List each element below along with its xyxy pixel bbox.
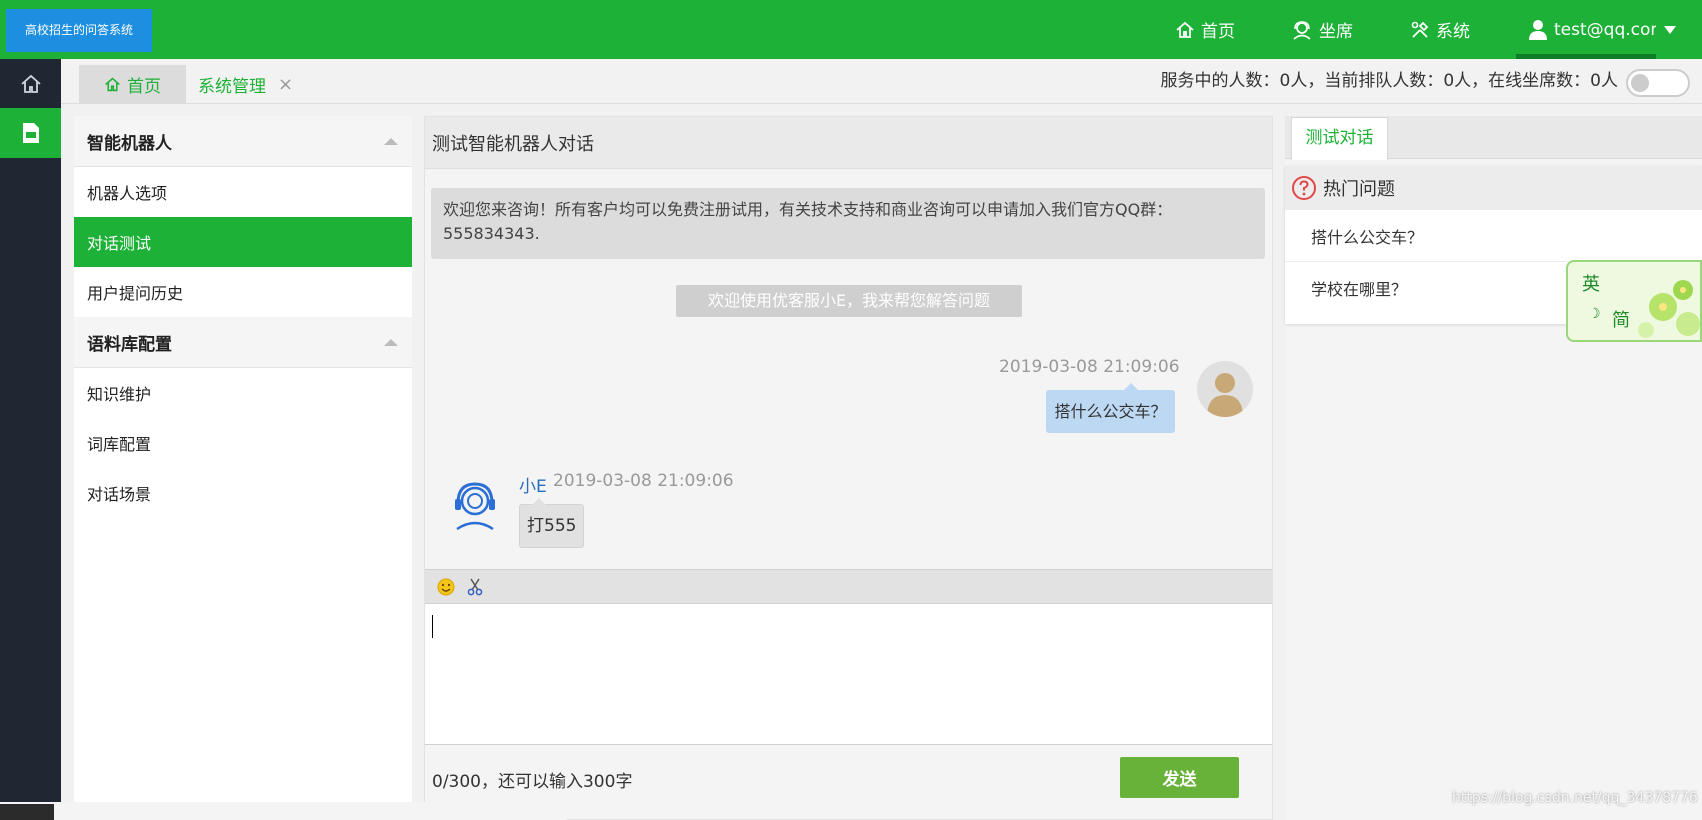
smiley-icon[interactable] <box>437 578 455 596</box>
tab-system-management-label: 系统管理 <box>198 77 266 97</box>
right-panel: 测试对话 热门问题 搭什么公交车？ 学校在哪里？ <box>1285 116 1702 820</box>
chat-panel: 测试智能机器人对话 欢迎您来咨询！所有客户均可以免费注册试用，有关技术支持和商业… <box>424 116 1273 820</box>
nav-system-label: 系统 <box>1436 22 1470 42</box>
menu-item-scenes[interactable]: 对话场景 <box>74 468 412 518</box>
ime-lang-label: 英 <box>1582 274 1600 295</box>
side-menu: 智能机器人 机器人选项 对话测试 用户提问历史 语料库配置 知识维护 词库配置 … <box>74 116 412 820</box>
ime-mode-label: 简 <box>1612 310 1630 331</box>
top-bar: 高校招生的问答系统 首页 坐席 系统 test@qq.com <box>0 0 1702 59</box>
welcome-message: 欢迎您来咨询！所有客户均可以免费注册试用，有关技术支持和商业咨询可以申请加入我们… <box>431 188 1265 259</box>
avatar <box>1197 361 1253 417</box>
nav-seats-label: 坐席 <box>1319 22 1353 42</box>
nav-home[interactable]: 首页 <box>1175 0 1235 59</box>
rail-documents[interactable] <box>0 108 61 158</box>
menu-group-title: 语料库配置 <box>87 334 172 355</box>
bot-msg-time: 2019-03-08 21:09:06 <box>553 471 734 491</box>
char-counter: 0/300，还可以输入300字 <box>432 772 633 792</box>
service-status: 服务中的人数：0人，当前排队人数：0人，在线坐席数：0人 <box>1160 71 1618 91</box>
bottom-strip <box>0 802 567 820</box>
hot-question-item[interactable]: 搭什么公交车？ <box>1285 210 1690 262</box>
caret-up-icon <box>384 339 398 346</box>
user-message-bubble: 搭什么公交车？ <box>1046 383 1175 433</box>
caret-up-icon <box>384 138 398 145</box>
menu-group-corpus[interactable]: 语料库配置 <box>74 317 412 368</box>
tab-bar: 首页 系统管理 × 服务中的人数：0人，当前排队人数：0人，在线坐席数：0人 <box>61 59 1702 104</box>
app-logo[interactable]: 高校招生的问答系统 <box>6 9 152 52</box>
home-icon <box>1176 21 1194 38</box>
menu-item-lexicon[interactable]: 词库配置 <box>74 418 412 468</box>
chevron-down-icon <box>1664 25 1676 34</box>
icon-rail <box>0 59 61 820</box>
tab-system-management[interactable]: 系统管理 × <box>198 65 293 104</box>
tools-icon <box>1411 21 1429 38</box>
close-icon[interactable]: × <box>278 74 293 95</box>
nav-system[interactable]: 系统 <box>1410 0 1470 59</box>
menu-group-title: 智能机器人 <box>87 133 172 154</box>
bot-message-bubble: 打555 <box>519 498 585 548</box>
menu-group-robot[interactable]: 智能机器人 <box>74 116 412 167</box>
user-msg-time: 2019-03-08 21:09:06 <box>999 357 1180 377</box>
home-icon <box>105 77 120 92</box>
menu-item-robot-options[interactable]: 机器人选项 <box>74 167 412 217</box>
hot-questions-title: 热门问题 <box>1323 179 1395 200</box>
hot-questions-header: 热门问题 <box>1285 166 1702 210</box>
nav-home-label: 首页 <box>1201 22 1235 42</box>
menu-item-question-history[interactable]: 用户提问历史 <box>74 267 412 317</box>
send-button[interactable]: 发送 <box>1120 757 1239 798</box>
user-menu[interactable]: test@qq.com <box>1528 0 1682 59</box>
user-email: test@qq.com <box>1554 19 1656 40</box>
question-icon <box>1292 176 1316 200</box>
text-cursor <box>432 615 433 638</box>
nav-seats[interactable]: 坐席 <box>1291 0 1353 59</box>
ime-widget[interactable]: 英 ☽ 简 <box>1566 260 1702 342</box>
menu-item-knowledge[interactable]: 知识维护 <box>74 368 412 418</box>
online-toggle[interactable] <box>1626 69 1690 97</box>
headset-icon <box>1293 20 1311 40</box>
chat-toolbar <box>425 569 1272 603</box>
document-icon <box>22 123 39 143</box>
system-tip: 欢迎使用优客服小E，我来帮您解答问题 <box>676 285 1022 317</box>
home-icon <box>20 74 41 93</box>
bot-avatar <box>449 477 501 533</box>
taskbar-fragment <box>0 804 54 820</box>
tab-home[interactable]: 首页 <box>79 65 186 104</box>
toggle-knob <box>1631 74 1649 92</box>
moon-icon: ☽ <box>1588 306 1601 322</box>
chat-title: 测试智能机器人对话 <box>425 117 1272 169</box>
scissors-icon[interactable] <box>467 578 483 596</box>
tab-home-label: 首页 <box>127 77 161 97</box>
tab-test-dialog[interactable]: 测试对话 <box>1291 117 1388 160</box>
watermark: https://blog.csdn.net/qq_34378776 <box>1452 790 1698 806</box>
menu-item-dialog-test[interactable]: 对话测试 <box>74 217 412 267</box>
right-tab-strip: 测试对话 <box>1285 116 1702 160</box>
user-icon <box>1529 19 1547 40</box>
message-input[interactable] <box>425 603 1272 745</box>
rail-home[interactable] <box>0 59 61 109</box>
bot-name: 小E <box>519 477 547 497</box>
